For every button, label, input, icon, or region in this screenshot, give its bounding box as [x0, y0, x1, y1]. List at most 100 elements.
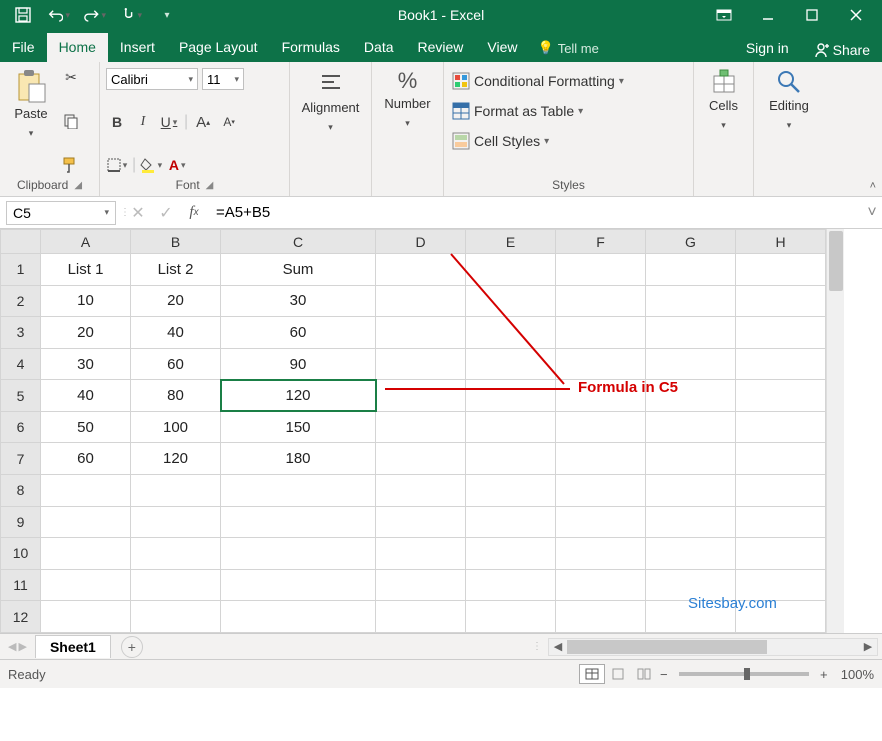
row-header[interactable]: 4 [1, 348, 41, 380]
alignment-button[interactable]: Alignment [296, 66, 365, 176]
dialog-launcher-icon[interactable]: ◢ [74, 180, 82, 191]
cell-B8[interactable] [131, 475, 221, 507]
bold-button[interactable]: B [106, 111, 128, 133]
zoom-in-icon[interactable]: + [817, 667, 831, 682]
cell-D1[interactable] [376, 254, 466, 286]
tab-file[interactable]: File [0, 33, 47, 62]
col-header-C[interactable]: C [221, 230, 376, 254]
cell-styles-button[interactable]: Cell Styles▾ [450, 130, 626, 152]
cell-B11[interactable] [131, 569, 221, 601]
cell-D2[interactable] [376, 285, 466, 317]
editing-button[interactable]: Editing [760, 66, 818, 176]
cell-D8[interactable] [376, 475, 466, 507]
horizontal-scrollbar[interactable]: ◀ ▶ [548, 638, 878, 656]
scroll-right-icon[interactable]: ▶ [859, 640, 877, 653]
cell-E1[interactable] [466, 254, 556, 286]
cell-E9[interactable] [466, 506, 556, 538]
cell-F6[interactable] [556, 411, 646, 443]
cell-D9[interactable] [376, 506, 466, 538]
cell-A8[interactable] [41, 475, 131, 507]
conditional-formatting-button[interactable]: Conditional Formatting▾ [450, 70, 626, 92]
cell-B6[interactable]: 100 [131, 411, 221, 443]
cell-C6[interactable]: 150 [221, 411, 376, 443]
maximize-icon[interactable] [800, 3, 824, 27]
tab-splitter-icon[interactable]: ⋮ [526, 641, 548, 652]
cell-C12[interactable] [221, 601, 376, 633]
cell-F12[interactable] [556, 601, 646, 633]
cell-D11[interactable] [376, 569, 466, 601]
minimize-icon[interactable] [756, 3, 780, 27]
cell-G6[interactable] [646, 411, 736, 443]
sign-in[interactable]: Sign in [734, 34, 801, 62]
cell-H7[interactable] [736, 443, 826, 475]
italic-button[interactable]: I [132, 111, 154, 133]
font-name-input[interactable]: Calibri▾ [106, 68, 198, 90]
cell-A6[interactable]: 50 [41, 411, 131, 443]
cell-A10[interactable] [41, 538, 131, 570]
cell-F7[interactable] [556, 443, 646, 475]
col-header-B[interactable]: B [131, 230, 221, 254]
close-icon[interactable] [844, 3, 868, 27]
row-header[interactable]: 11 [1, 569, 41, 601]
col-header-A[interactable]: A [41, 230, 131, 254]
cell-A1[interactable]: List 1 [41, 254, 131, 286]
undo-icon[interactable] [48, 4, 70, 26]
sheet-nav-next-icon[interactable]: ▶ [18, 640, 26, 653]
zoom-slider[interactable] [679, 672, 809, 676]
format-as-table-button[interactable]: Format as Table▾ [450, 100, 626, 122]
cell-C8[interactable] [221, 475, 376, 507]
cell-H10[interactable] [736, 538, 826, 570]
cell-B2[interactable]: 20 [131, 285, 221, 317]
font-size-input[interactable]: 11▾ [202, 68, 244, 90]
row-header[interactable]: 3 [1, 317, 41, 349]
cell-F2[interactable] [556, 285, 646, 317]
row-header[interactable]: 2 [1, 285, 41, 317]
cell-D10[interactable] [376, 538, 466, 570]
cell-E4[interactable] [466, 348, 556, 380]
zoom-out-icon[interactable]: − [657, 667, 671, 682]
cell-G2[interactable] [646, 285, 736, 317]
cell-D12[interactable] [376, 601, 466, 633]
cell-H5[interactable] [736, 380, 826, 412]
cell-C11[interactable] [221, 569, 376, 601]
cell-E7[interactable] [466, 443, 556, 475]
expand-formula-bar-icon[interactable]: ˅ [862, 204, 882, 222]
dialog-launcher-icon[interactable]: ◢ [206, 180, 214, 191]
cell-C3[interactable]: 60 [221, 317, 376, 349]
cell-D4[interactable] [376, 348, 466, 380]
ribbon-display-icon[interactable] [712, 3, 736, 27]
cell-B5[interactable]: 80 [131, 380, 221, 412]
tell-me[interactable]: 💡Tell me [530, 34, 607, 62]
cell-A7[interactable]: 60 [41, 443, 131, 475]
cell-B7[interactable]: 120 [131, 443, 221, 475]
sheet-nav-prev-icon[interactable]: ◀ [8, 640, 16, 653]
cell-E12[interactable] [466, 601, 556, 633]
cell-A3[interactable]: 20 [41, 317, 131, 349]
cut-icon[interactable]: ✂ [60, 66, 82, 88]
cell-D7[interactable] [376, 443, 466, 475]
fill-color-icon[interactable] [140, 154, 162, 176]
copy-icon[interactable] [60, 110, 82, 132]
row-header[interactable]: 7 [1, 443, 41, 475]
cell-A12[interactable] [41, 601, 131, 633]
cell-E2[interactable] [466, 285, 556, 317]
cell-H8[interactable] [736, 475, 826, 507]
select-all-corner[interactable] [1, 230, 41, 254]
cell-C7[interactable]: 180 [221, 443, 376, 475]
cells-button[interactable]: Cells [700, 66, 747, 176]
tab-page-layout[interactable]: Page Layout [167, 33, 270, 62]
shrink-font-icon[interactable]: A▾ [218, 111, 240, 133]
cell-E11[interactable] [466, 569, 556, 601]
tab-view[interactable]: View [475, 33, 529, 62]
touch-mode-icon[interactable] [120, 4, 142, 26]
font-color-icon[interactable]: A [166, 154, 188, 176]
page-break-view-icon[interactable] [631, 664, 657, 684]
cell-E3[interactable] [466, 317, 556, 349]
cell-E5[interactable] [466, 380, 556, 412]
tab-data[interactable]: Data [352, 33, 406, 62]
cell-G1[interactable] [646, 254, 736, 286]
row-header[interactable]: 12 [1, 601, 41, 633]
cell-F10[interactable] [556, 538, 646, 570]
new-sheet-button[interactable]: + [121, 636, 143, 658]
cell-F9[interactable] [556, 506, 646, 538]
